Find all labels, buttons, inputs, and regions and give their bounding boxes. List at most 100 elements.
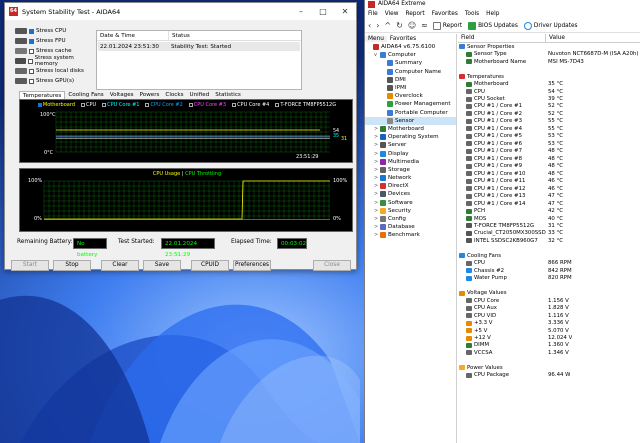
preferences-button[interactable]: Preferences (233, 260, 271, 271)
minimize-button[interactable]: – (290, 3, 312, 20)
value-column-header[interactable]: Value (546, 35, 565, 41)
sensor-row[interactable]: CPU #1 / Core #5 53 °C (458, 133, 640, 140)
menu-help[interactable]: Help (486, 11, 499, 17)
nav-tab-menu[interactable]: Menu (365, 35, 387, 42)
menu-file[interactable]: File (368, 11, 378, 17)
sensor-row[interactable]: Crucial_CT2050MX300SSD1 33 °C (458, 230, 640, 237)
forward-icon[interactable]: › (376, 21, 379, 30)
sensor-row[interactable]: CPU #1 / Core #2 52 °C (458, 110, 640, 117)
legend-checkbox[interactable] (102, 103, 107, 107)
legend-item[interactable]: T-FORCE TM8FP5512G (275, 102, 336, 108)
legend-checkbox[interactable] (37, 103, 42, 107)
close-window-button[interactable]: ✕ (334, 3, 356, 20)
legend-item[interactable]: CPU Core #3 (188, 102, 226, 108)
tree-item[interactable]: Summary (365, 59, 456, 67)
section-header-row[interactable]: Power Values (458, 364, 640, 371)
status-column-header[interactable]: Status (169, 33, 190, 39)
sensor-row[interactable]: VCCSA 1.346 V (458, 349, 640, 356)
sensor-row[interactable]: T-FORCE TM8FP5512G 31 °C (458, 222, 640, 229)
tree-item[interactable]: > Benchmark (365, 231, 456, 239)
menu-favorites[interactable]: Favorites (432, 11, 458, 17)
tree-item[interactable]: > DirectX (365, 182, 456, 190)
sensor-row[interactable]: CPU #1 / Core #13 47 °C (458, 192, 640, 199)
tree-item[interactable]: AIDA64 v6.75.6100 (365, 43, 456, 51)
tree-item[interactable]: > Operating System (365, 133, 456, 141)
tree-item[interactable]: > Devices (365, 190, 456, 198)
refresh-icon[interactable]: ↻ (396, 21, 403, 30)
sensor-row[interactable]: CPU #1 / Core #11 46 °C (458, 177, 640, 184)
sensor-row[interactable]: CPU #1 / Core #4 55 °C (458, 125, 640, 132)
sensor-row[interactable]: Motherboard Name MSI MS-7D43 (458, 58, 640, 65)
sensor-row[interactable]: PCH 42 °C (458, 207, 640, 214)
section-header-row[interactable]: Sensor Properties (458, 43, 640, 50)
section-header-row[interactable]: Temperatures (458, 73, 640, 80)
tree-item[interactable]: > Network (365, 174, 456, 182)
stress-checkbox[interactable] (27, 58, 33, 64)
close-button[interactable]: Close (313, 260, 351, 271)
legend-item[interactable]: Motherboard (37, 102, 75, 108)
maximize-button[interactable]: □ (312, 3, 334, 20)
stress-option[interactable]: Stress GPU(s) (15, 76, 93, 86)
start-button[interactable]: Start (11, 260, 49, 271)
menu-report[interactable]: Report (405, 11, 424, 17)
sensor-row[interactable]: CPU #1 / Core #7 48 °C (458, 148, 640, 155)
sensor-row[interactable]: CPU Aux 1.828 V (458, 304, 640, 311)
driver-updates-button[interactable]: Driver Updates (523, 21, 578, 30)
tree-item[interactable]: > Database (365, 223, 456, 231)
legend-checkbox[interactable] (81, 103, 85, 107)
up-icon[interactable]: ^ (384, 21, 391, 30)
sensor-row[interactable]: Motherboard 35 °C (458, 80, 640, 87)
sensor-row[interactable]: CPU #1 / Core #9 48 °C (458, 163, 640, 170)
sensor-row[interactable]: +12 V 12.024 V (458, 334, 640, 341)
tree-item[interactable]: Portable Computer (365, 109, 456, 117)
tree-item[interactable]: > Motherboard (365, 125, 456, 133)
legend-item[interactable]: CPU Core #1 (102, 102, 139, 108)
stress-checkbox[interactable] (29, 38, 34, 44)
sensor-row[interactable]: CPU #1 / Core #12 46 °C (458, 185, 640, 192)
section-header-row[interactable]: Voltage Values (458, 289, 640, 296)
section-header-row[interactable]: Cooling Fans (458, 252, 640, 259)
tree-item[interactable]: Power Management (365, 100, 456, 108)
report-button[interactable]: Report (432, 21, 462, 30)
stress-checkbox[interactable] (29, 48, 34, 54)
sensor-row[interactable]: CPU #1 / Core #14 47 °C (458, 200, 640, 207)
tree-item[interactable]: v Computer (365, 51, 456, 59)
tree-item[interactable]: > Server (365, 141, 456, 149)
tree-item[interactable]: Computer Name (365, 68, 456, 76)
field-column-header[interactable]: Field (458, 33, 546, 43)
stress-option[interactable]: Stress system memory (15, 55, 93, 67)
legend-checkbox[interactable] (275, 103, 280, 107)
sensor-row[interactable]: DIMM 1.360 V (458, 342, 640, 349)
sensor-row[interactable]: CPU #1 / Core #1 52 °C (458, 103, 640, 110)
bios-updates-button[interactable]: BIOS Updates (468, 21, 518, 30)
stress-option[interactable]: Stress CPU (15, 26, 93, 36)
legend-item[interactable]: CPU Core #2 (145, 102, 183, 108)
stress-checkbox[interactable] (29, 28, 34, 34)
tree-item[interactable]: > Software (365, 199, 456, 207)
menu-tools[interactable]: Tools (465, 11, 479, 17)
legend-checkbox[interactable] (145, 103, 150, 107)
date-column-header[interactable]: Date & Time (97, 30, 169, 41)
sensor-row[interactable]: +3.3 V 3.336 V (458, 319, 640, 326)
sensor-row[interactable]: CPU 866 RPM (458, 260, 640, 267)
stress-option[interactable]: Stress local disks (15, 66, 93, 76)
stress-option[interactable]: Stress FPU (15, 36, 93, 46)
save-button[interactable]: Save (143, 260, 181, 271)
sensor-row[interactable]: CPU VID 1.116 V (458, 312, 640, 319)
sensor-row[interactable]: Water Pump 820 RPM (458, 275, 640, 282)
sensor-row[interactable]: Sensor Type Nuvoton NCT6687D-M (ISA A20h) (458, 50, 640, 57)
sensor-row[interactable]: CPU #1 / Core #8 48 °C (458, 155, 640, 162)
sensor-row[interactable]: CPU Socket 39 °C (458, 95, 640, 102)
user-icon[interactable]: ☺ (408, 21, 416, 30)
tree-item[interactable]: > Multimedia (365, 158, 456, 166)
sensor-row[interactable]: CPU #1 / Core #10 48 °C (458, 170, 640, 177)
cpuid-button[interactable]: CPUID (191, 260, 229, 271)
tree-item[interactable]: Sensor (365, 116, 456, 125)
tree-item[interactable]: Overclock (365, 92, 456, 100)
sensor-row[interactable]: CPU Package 96.44 W (458, 372, 640, 379)
legend-checkbox[interactable] (188, 103, 193, 107)
sensor-row[interactable]: CPU #1 / Core #6 53 °C (458, 140, 640, 147)
stress-checkbox[interactable] (29, 78, 34, 84)
tree-item[interactable]: > Storage (365, 166, 456, 174)
tree-item[interactable]: > Security (365, 207, 456, 215)
